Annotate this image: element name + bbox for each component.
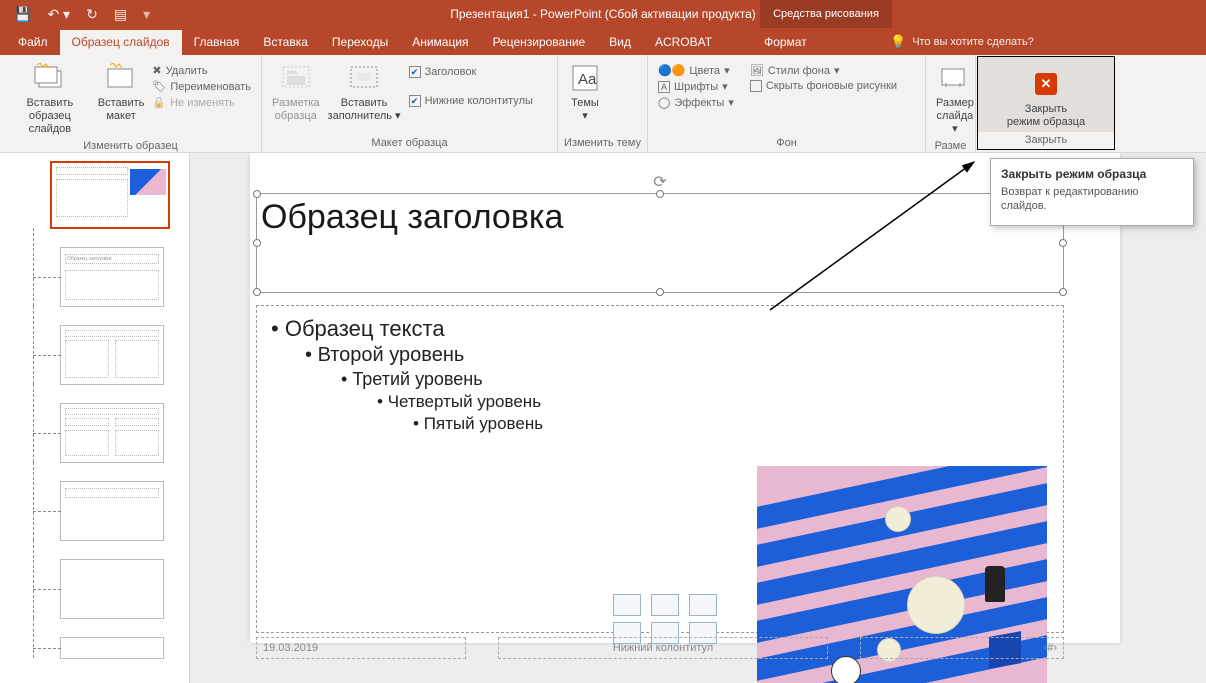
delete-button[interactable]: ✖Удалить <box>150 63 253 78</box>
thumb-layout-4[interactable] <box>60 481 164 541</box>
slide-number-placeholder[interactable]: ‹#› <box>860 637 1064 659</box>
title-checkbox[interactable]: ✔Заголовок <box>407 65 535 79</box>
preserve-icon: 🔒 <box>152 96 166 109</box>
bullet-l3[interactable]: Третий уровень <box>271 369 1055 390</box>
bullet-l4[interactable]: Четвертый уровень <box>271 392 1055 412</box>
rename-button[interactable]: 🏷Переименовать <box>150 79 253 94</box>
close-master-view-button[interactable]: ✕ Закрыть режим образца <box>978 57 1114 132</box>
bullet-l2[interactable]: Второй уровень <box>271 344 1055 367</box>
tab-view[interactable]: Вид <box>597 30 643 55</box>
effects-icon: ◯ <box>658 96 670 109</box>
save-icon[interactable]: 💾 <box>14 6 31 23</box>
footer-placeholder[interactable]: Нижний колонтитул <box>498 637 828 659</box>
contextual-tools-label: Средства рисования <box>760 0 892 28</box>
insert-table-icon[interactable] <box>613 594 641 616</box>
tab-format[interactable]: Формат <box>752 30 819 55</box>
slide-canvas[interactable]: ⟳ Образец заголовка Образец текста Второ… <box>250 153 1120 643</box>
delete-icon: ✖ <box>152 64 161 77</box>
tell-me-search[interactable]: 💡 Что вы хотите сделать? <box>890 28 1034 55</box>
colors-icon: 🔵🟠 <box>658 64 685 77</box>
undo-icon[interactable]: ↶ ▾ <box>47 6 70 23</box>
group-label-master-layout: Макет образца <box>268 135 551 152</box>
tooltip-close-master: Закрыть режим образца Возврат к редактир… <box>990 158 1194 226</box>
insert-smartart-icon[interactable] <box>689 594 717 616</box>
tab-insert[interactable]: Вставка <box>251 30 320 55</box>
rename-icon: 🏷 <box>152 80 166 93</box>
master-layout-button[interactable]: Разметка образца <box>268 59 324 135</box>
bulb-icon: 💡 <box>890 34 906 50</box>
tab-transitions[interactable]: Переходы <box>320 30 400 55</box>
tab-home[interactable]: Главная <box>182 30 252 55</box>
close-master-view-group: ✕ Закрыть режим образца Закрыть <box>977 56 1115 150</box>
start-show-icon[interactable]: ▤ <box>114 6 127 23</box>
date-placeholder[interactable]: 19.03.2019 <box>256 637 466 659</box>
thumb-layout-5[interactable] <box>60 559 164 619</box>
tooltip-title: Закрыть режим образца <box>1001 167 1183 181</box>
group-label-close: Закрыть <box>978 132 1114 149</box>
rotate-handle-icon[interactable]: ⟳ <box>653 172 666 192</box>
content-placeholder[interactable]: Образец текста Второй уровень Третий уро… <box>256 305 1064 633</box>
thumb-layout-6[interactable] <box>60 637 164 659</box>
thumb-master[interactable] <box>50 161 170 229</box>
fonts-button[interactable]: AШрифты ▾ <box>656 79 736 94</box>
insert-slide-master-button[interactable]: Вставить образец слайдов <box>6 59 94 138</box>
insert-placeholder-button[interactable]: Вставить заполнитель ▾ <box>324 59 405 135</box>
redo-icon[interactable]: ↻ <box>86 6 98 23</box>
tab-review[interactable]: Рецензирование <box>481 30 598 55</box>
effects-button[interactable]: ◯Эффекты ▾ <box>656 95 736 110</box>
background-styles-button[interactable]: 🖼Стили фона ▾ <box>748 63 899 78</box>
workspace: Образец заголовка <box>0 153 1206 683</box>
thumb-layout-3[interactable] <box>60 403 164 463</box>
svg-text:Aa: Aa <box>578 71 597 88</box>
title-placeholder[interactable]: ⟳ Образец заголовка <box>256 193 1064 293</box>
bg-styles-icon: 🖼 <box>750 64 764 77</box>
qat-more-icon[interactable]: ▾ <box>143 6 150 23</box>
group-label-background: Фон <box>654 135 919 152</box>
slide-size-button[interactable]: Размер слайда ▾ <box>932 59 978 138</box>
tab-file[interactable]: Файл <box>6 30 60 55</box>
close-x-icon: ✕ <box>1035 73 1057 95</box>
bullet-l1[interactable]: Образец текста <box>271 316 1055 342</box>
fonts-icon: A <box>658 81 670 93</box>
tell-me-label: Что вы хотите сделать? <box>912 36 1034 48</box>
preserve-button[interactable]: 🔒Не изменять <box>150 95 253 110</box>
tooltip-desc: Возврат к редактированию слайдов. <box>1001 185 1183 213</box>
themes-button[interactable]: Aa Темы▾ <box>564 59 606 135</box>
tab-animations[interactable]: Анимация <box>400 30 480 55</box>
thumb-layout-1[interactable]: Образец заголовка <box>60 247 164 307</box>
bullet-l5[interactable]: Пятый уровень <box>271 414 1055 434</box>
colors-button[interactable]: 🔵🟠Цвета ▾ <box>656 63 736 78</box>
slide-thumbnail-panel[interactable]: Образец заголовка <box>0 153 190 683</box>
footers-checkbox[interactable]: ✔Нижние колонтитулы <box>407 94 535 108</box>
group-label-edit-theme: Изменить тему <box>564 135 641 152</box>
ribbon: Вставить образец слайдов Вставить макет … <box>0 55 1206 153</box>
hide-background-checkbox[interactable]: Скрыть фоновые рисунки <box>748 79 899 93</box>
tab-acrobat[interactable]: ACROBAT <box>643 30 724 55</box>
insert-chart-icon[interactable] <box>651 594 679 616</box>
ribbon-tabs: Файл Образец слайдов Главная Вставка Пер… <box>0 28 1206 55</box>
tab-slide-master[interactable]: Образец слайдов <box>60 30 182 55</box>
window-title: Презентация1 - PowerPoint (Сбой активаци… <box>450 7 756 21</box>
slide-editor[interactable]: ⟳ Образец заголовка Образец текста Второ… <box>190 153 1206 683</box>
title-text[interactable]: Образец заголовка <box>257 194 1063 237</box>
insert-layout-button[interactable]: Вставить макет <box>94 59 149 138</box>
title-bar: 💾 ↶ ▾ ↻ ▤ ▾ Презентация1 - PowerPoint (С… <box>0 0 1206 28</box>
thumb-layout-2[interactable] <box>60 325 164 385</box>
